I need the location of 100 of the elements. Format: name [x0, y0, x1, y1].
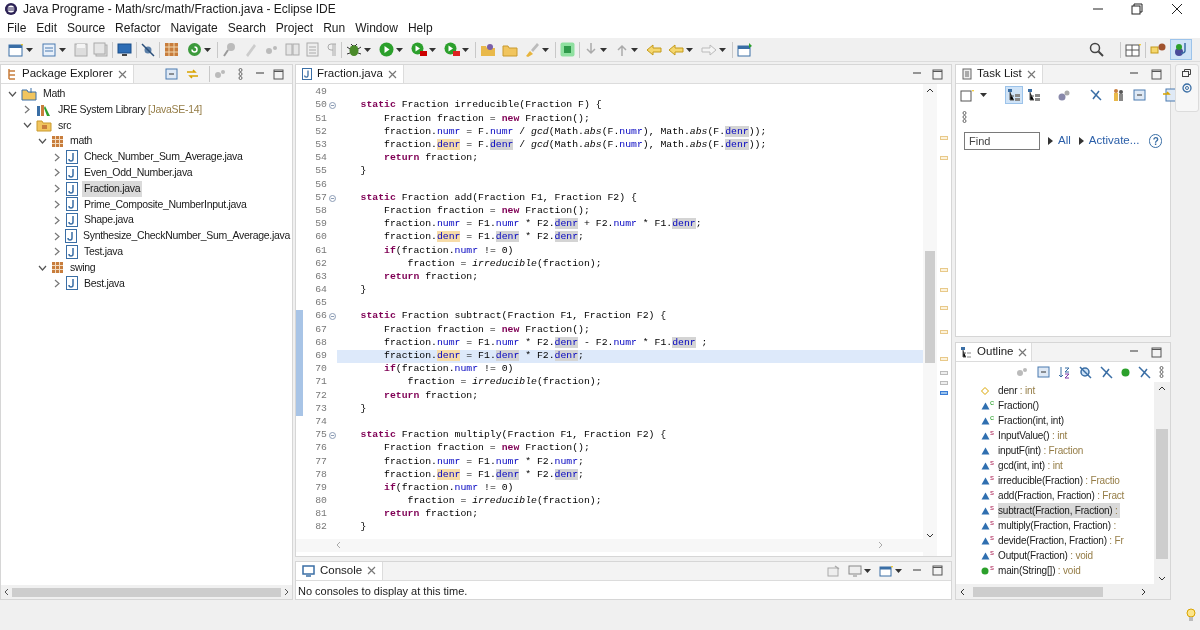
- outline-item[interactable]: multiply(Fraction, Fraction) :: [998, 518, 1118, 533]
- scroll-left-icon[interactable]: [4, 588, 9, 596]
- java-ee-icon[interactable]: [1150, 42, 1166, 57]
- warning-marker[interactable]: [940, 357, 949, 361]
- caret-icon[interactable]: [980, 93, 988, 97]
- tree-item[interactable]: math: [68, 133, 95, 150]
- filter-link[interactable]: Activate...: [1088, 132, 1140, 150]
- occurrence-marker[interactable]: [940, 381, 949, 385]
- scroll-right-icon[interactable]: [284, 588, 289, 596]
- outline-item[interactable]: Fraction(int, int): [998, 413, 1066, 428]
- caret-icon[interactable]: [396, 47, 403, 52]
- people-icon[interactable]: [1111, 88, 1126, 102]
- chevron-down-icon[interactable]: [37, 264, 47, 271]
- sync-icon[interactable]: [1162, 88, 1178, 102]
- close-icon[interactable]: [1171, 3, 1183, 15]
- outline-item[interactable]: main(String[]) : void: [998, 563, 1083, 578]
- tree-item[interactable]: Synthesize_CheckNumber_Sum_Average.java: [81, 228, 292, 244]
- filter-dots-icon[interactable]: [214, 68, 226, 80]
- scroll-down-icon[interactable]: [1158, 576, 1167, 581]
- collapse-icon[interactable]: [328, 431, 336, 439]
- tree-item[interactable]: Even_Odd_Number.java: [82, 165, 195, 181]
- java-perspective-icon[interactable]: [1173, 42, 1189, 57]
- tree-item[interactable]: Math: [41, 86, 68, 102]
- chevron-right-icon[interactable]: [54, 278, 60, 288]
- outline-item[interactable]: irreducible(Fraction) : Fractio: [998, 473, 1122, 488]
- caret-icon[interactable]: [429, 47, 436, 52]
- scrollbar-thumb[interactable]: [925, 251, 936, 363]
- caret-icon[interactable]: [686, 47, 693, 52]
- vertical-scrollbar[interactable]: [923, 84, 938, 556]
- run-coverage-icon[interactable]: [411, 42, 427, 57]
- tree-item[interactable]: Check_Number_Sum_Average.java: [82, 149, 245, 165]
- tree-item[interactable]: JRE System Library [JavaSE-14]: [56, 101, 204, 118]
- tree-item[interactable]: Shape.java: [82, 212, 136, 229]
- sort-icon[interactable]: [1058, 365, 1072, 379]
- outline-item[interactable]: add(Fraction, Fraction) : Fract: [998, 488, 1127, 503]
- open-perspective-icon[interactable]: [1125, 42, 1141, 57]
- panel-tab[interactable]: Package Explorer: [1, 65, 134, 83]
- menu-item[interactable]: Source: [62, 19, 111, 37]
- dots-icon[interactable]: [1016, 366, 1030, 378]
- menu-item[interactable]: Run: [318, 19, 351, 37]
- outline-item[interactable]: gcd(int, int) : int: [998, 458, 1065, 473]
- caret-icon[interactable]: [864, 568, 872, 573]
- monitor-icon[interactable]: [117, 42, 132, 57]
- outline-item[interactable]: InputValue() : int: [998, 428, 1070, 443]
- scheduled-icon[interactable]: [1027, 88, 1042, 102]
- collapse-all-icon[interactable]: [1133, 89, 1147, 101]
- outline-item[interactable]: subtract(Fraction, Fraction) :: [998, 503, 1120, 518]
- menu-item[interactable]: Search: [222, 19, 271, 37]
- maximize-icon[interactable]: [932, 68, 944, 80]
- menu-item[interactable]: Help: [402, 19, 438, 37]
- outline-item[interactable]: Fraction(): [998, 398, 1041, 413]
- warning-marker[interactable]: [940, 288, 949, 292]
- collapse-all-icon[interactable]: [1037, 366, 1051, 378]
- pin-editor-icon[interactable]: [737, 42, 753, 57]
- horizontal-scrollbar[interactable]: [1, 585, 292, 599]
- refresh-circle-icon[interactable]: [187, 42, 202, 57]
- dots-icon[interactable]: [1057, 88, 1072, 102]
- collapse-all-icon[interactable]: [165, 68, 178, 80]
- square-icon[interactable]: [560, 42, 575, 57]
- scroll-left-icon[interactable]: [960, 587, 966, 596]
- maximize-icon[interactable]: [273, 68, 284, 80]
- maximize-icon[interactable]: [1151, 68, 1163, 80]
- outline-item[interactable]: inputF(int) : Fraction: [998, 443, 1086, 458]
- outline-item[interactable]: devide(Fraction, Fraction) : Fr: [998, 533, 1126, 548]
- outline-item[interactable]: Output(Fraction) : void: [998, 548, 1095, 563]
- warning-marker[interactable]: [940, 136, 949, 140]
- occurrence-marker[interactable]: [940, 371, 949, 375]
- pin-icon[interactable]: [222, 42, 237, 57]
- hide-completed-icon[interactable]: [1089, 88, 1104, 102]
- restore-icon[interactable]: [1131, 3, 1143, 15]
- warning-marker[interactable]: [940, 268, 949, 272]
- tree-item[interactable]: Test.java: [82, 244, 125, 260]
- new-window-icon[interactable]: [8, 42, 24, 57]
- scroll-up-icon[interactable]: [926, 88, 935, 93]
- restore-icon[interactable]: [1182, 69, 1191, 77]
- caret-icon[interactable]: [895, 568, 903, 573]
- caret-icon[interactable]: [462, 47, 469, 52]
- search-icon[interactable]: [1089, 42, 1104, 57]
- view-menu-icon[interactable]: [962, 111, 968, 123]
- find-field[interactable]: Find: [964, 132, 1041, 150]
- chevron-down-icon[interactable]: [7, 90, 17, 97]
- hide-fields-icon[interactable]: [1079, 365, 1093, 379]
- scroll-up-icon[interactable]: [1158, 386, 1167, 391]
- editor-tab[interactable]: Fraction.java: [296, 65, 404, 83]
- view-menu-icon[interactable]: [238, 68, 243, 80]
- chevron-right-icon[interactable]: [24, 105, 30, 115]
- info-marker[interactable]: [940, 391, 949, 395]
- maximize-icon[interactable]: [1151, 346, 1163, 358]
- open-folder-icon[interactable]: [480, 42, 496, 57]
- package-icon[interactable]: [164, 42, 179, 57]
- caret-icon[interactable]: [59, 47, 66, 52]
- caret-icon[interactable]: [364, 47, 371, 52]
- panel-tab[interactable]: Task List: [956, 65, 1043, 83]
- collapse-icon[interactable]: [328, 102, 336, 110]
- tree-item[interactable]: Fraction.java: [82, 180, 143, 197]
- hide-static-icon[interactable]: [1100, 365, 1114, 379]
- collapse-icon[interactable]: [328, 194, 336, 202]
- at-sign-icon[interactable]: [1181, 83, 1192, 93]
- panel-tab[interactable]: Outline: [956, 343, 1033, 361]
- filter-link[interactable]: All: [1058, 132, 1071, 150]
